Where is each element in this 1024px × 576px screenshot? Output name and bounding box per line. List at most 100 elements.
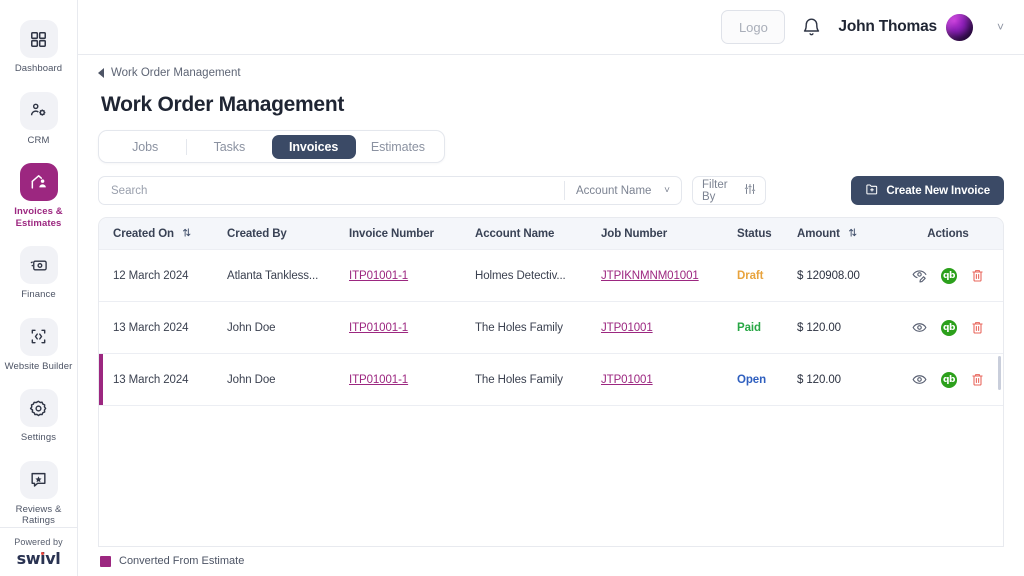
swivl-logo-text: swivl xyxy=(16,549,61,568)
cell-job-number-link[interactable]: JTP01001 xyxy=(601,374,653,386)
sort-icon[interactable] xyxy=(847,227,858,241)
search-input[interactable] xyxy=(99,177,564,204)
column-header-amount[interactable]: Amount xyxy=(797,227,909,241)
sidebar-item-label: Reviews & Ratings xyxy=(15,503,62,527)
sidebar-item-dashboard[interactable]: Dashboard xyxy=(0,14,77,83)
bell-icon[interactable] xyxy=(801,17,822,38)
swivl-logo: swivl xyxy=(17,549,61,568)
status-badge: Open xyxy=(737,373,766,386)
sidebar-item-reviews-ratings[interactable]: Reviews & Ratings xyxy=(0,455,77,535)
app-root: Dashboard CRM Invoices & Estimates Finan… xyxy=(0,0,1024,576)
legend-label: Converted From Estimate xyxy=(119,555,245,567)
table-header-row: Created On Created By Invoice Number Acc… xyxy=(99,218,1003,250)
cell-actions: qb xyxy=(909,371,1003,388)
search-bar: Account Name ˅ xyxy=(98,176,682,205)
cell-created-on: 13 March 2024 xyxy=(113,321,189,334)
invoice-home-icon xyxy=(19,163,58,201)
money-icon xyxy=(19,246,58,284)
invoices-table: Created On Created By Invoice Number Acc… xyxy=(98,217,1004,547)
sidebar-item-website-builder[interactable]: Website Builder xyxy=(0,312,77,381)
cell-amount: $ 120.00 xyxy=(797,373,841,386)
eye-icon[interactable] xyxy=(911,319,928,336)
sidebar-item-label: Finance xyxy=(21,289,56,300)
tab-estimates[interactable]: Estimates xyxy=(356,135,440,159)
sidebar-nav-list: Dashboard CRM Invoices & Estimates Finan… xyxy=(0,14,77,535)
gear-icon xyxy=(19,389,58,427)
tab-jobs[interactable]: Jobs xyxy=(103,135,188,159)
toolbar: Account Name ˅ Filter By xyxy=(98,176,1004,205)
cell-amount: $ 120908.00 xyxy=(797,269,860,282)
tab-bar: Jobs Tasks Invoices Estimates xyxy=(98,130,445,163)
sidebar-item-invoices-estimates[interactable]: Invoices & Estimates xyxy=(0,157,77,237)
create-new-invoice-label: Create New Invoice xyxy=(886,184,990,197)
column-header-invoice-number: Invoice Number xyxy=(349,227,434,240)
sidebar-item-label: Website Builder xyxy=(4,360,73,372)
page-content: Work Order Management Work Order Managem… xyxy=(78,55,1024,576)
trash-icon[interactable] xyxy=(970,320,985,335)
eye-icon[interactable] xyxy=(911,371,928,388)
cell-created-by: Atlanta Tankless... xyxy=(227,269,319,282)
table-scrollbar-thumb[interactable] xyxy=(998,356,1001,390)
table-row[interactable]: 12 March 2024 Atlanta Tankless... ITP010… xyxy=(99,250,1003,302)
cell-actions: qb xyxy=(909,319,1003,336)
column-label: Amount xyxy=(797,227,840,240)
cell-invoice-number-link[interactable]: ITP01001-1 xyxy=(349,322,408,334)
tab-tasks[interactable]: Tasks xyxy=(187,135,271,159)
sidebar-item-crm[interactable]: CRM xyxy=(0,86,77,155)
cell-account-name: Holmes Detectiv... xyxy=(475,269,566,282)
breadcrumb-item[interactable]: Work Order Management xyxy=(111,67,241,79)
sidebar: Dashboard CRM Invoices & Estimates Finan… xyxy=(0,0,78,576)
column-header-created-on[interactable]: Created On xyxy=(99,227,227,241)
sidebar-footer: Powered by swivl xyxy=(0,527,77,568)
folder-plus-icon xyxy=(865,182,879,199)
filter-by-button[interactable]: Filter By xyxy=(692,176,766,205)
user-menu[interactable]: John Thomas xyxy=(838,13,973,41)
sidebar-item-settings[interactable]: Settings xyxy=(0,383,77,452)
cell-created-on: 13 March 2024 xyxy=(113,373,189,386)
grid-icon xyxy=(19,20,58,58)
page-title: Work Order Management xyxy=(101,93,345,116)
quickbooks-icon[interactable]: qb xyxy=(941,267,957,284)
chevron-down-icon[interactable]: ˅ xyxy=(997,20,1004,34)
trash-icon[interactable] xyxy=(970,372,985,387)
cell-created-by: John Doe xyxy=(227,321,276,334)
sort-icon[interactable] xyxy=(181,227,192,241)
quickbooks-icon[interactable]: qb xyxy=(941,371,957,388)
account-name-select[interactable]: Account Name ˅ xyxy=(565,177,681,204)
cell-created-by: John Doe xyxy=(227,373,276,386)
star-chat-icon xyxy=(19,460,58,499)
table-row[interactable]: 13 March 2024 John Doe ITP01001-1 The Ho… xyxy=(99,302,1003,354)
column-header-status: Status xyxy=(737,227,772,240)
eye-edit-icon[interactable] xyxy=(911,267,928,284)
powered-by-label: Powered by xyxy=(14,537,63,547)
trash-icon[interactable] xyxy=(970,268,985,283)
sidebar-item-label: Dashboard xyxy=(14,63,63,74)
column-header-created-by: Created By xyxy=(227,227,287,240)
topbar: Logo John Thomas ˅ xyxy=(78,0,1024,55)
main-area: Logo John Thomas ˅ Work Order Management… xyxy=(78,0,1024,576)
avatar xyxy=(945,13,973,41)
column-header-actions: Actions xyxy=(927,227,969,240)
sidebar-item-finance[interactable]: Finance xyxy=(0,240,77,309)
cell-account-name: The Holes Family xyxy=(475,321,563,334)
table-row[interactable]: 13 March 2024 John Doe ITP01001-1 The Ho… xyxy=(99,354,1003,406)
user-gear-icon xyxy=(19,91,58,130)
cell-created-on: 12 March 2024 xyxy=(113,269,189,282)
cell-job-number-link[interactable]: JTP01001 xyxy=(601,322,653,334)
logo-placeholder[interactable]: Logo xyxy=(721,10,786,44)
create-new-invoice-button[interactable]: Create New Invoice xyxy=(851,176,1004,205)
status-badge: Draft xyxy=(737,269,764,282)
tab-invoices[interactable]: Invoices xyxy=(271,134,356,159)
chevron-down-icon: ˅ xyxy=(664,185,670,196)
breadcrumb-collapse-icon[interactable] xyxy=(98,68,104,78)
filter-by-label: Filter By xyxy=(702,178,728,203)
cell-invoice-number-link[interactable]: ITP01001-1 xyxy=(349,270,408,282)
status-badge: Paid xyxy=(737,321,761,334)
column-label: Created On xyxy=(113,227,174,240)
quickbooks-icon[interactable]: qb xyxy=(941,319,957,336)
cell-invoice-number-link[interactable]: ITP01001-1 xyxy=(349,374,408,386)
column-header-account-name: Account Name xyxy=(475,227,555,240)
user-name: John Thomas xyxy=(838,18,937,35)
cell-job-number-link[interactable]: JTPIKNMNM01001 xyxy=(601,270,699,282)
code-brackets-icon xyxy=(19,317,58,356)
